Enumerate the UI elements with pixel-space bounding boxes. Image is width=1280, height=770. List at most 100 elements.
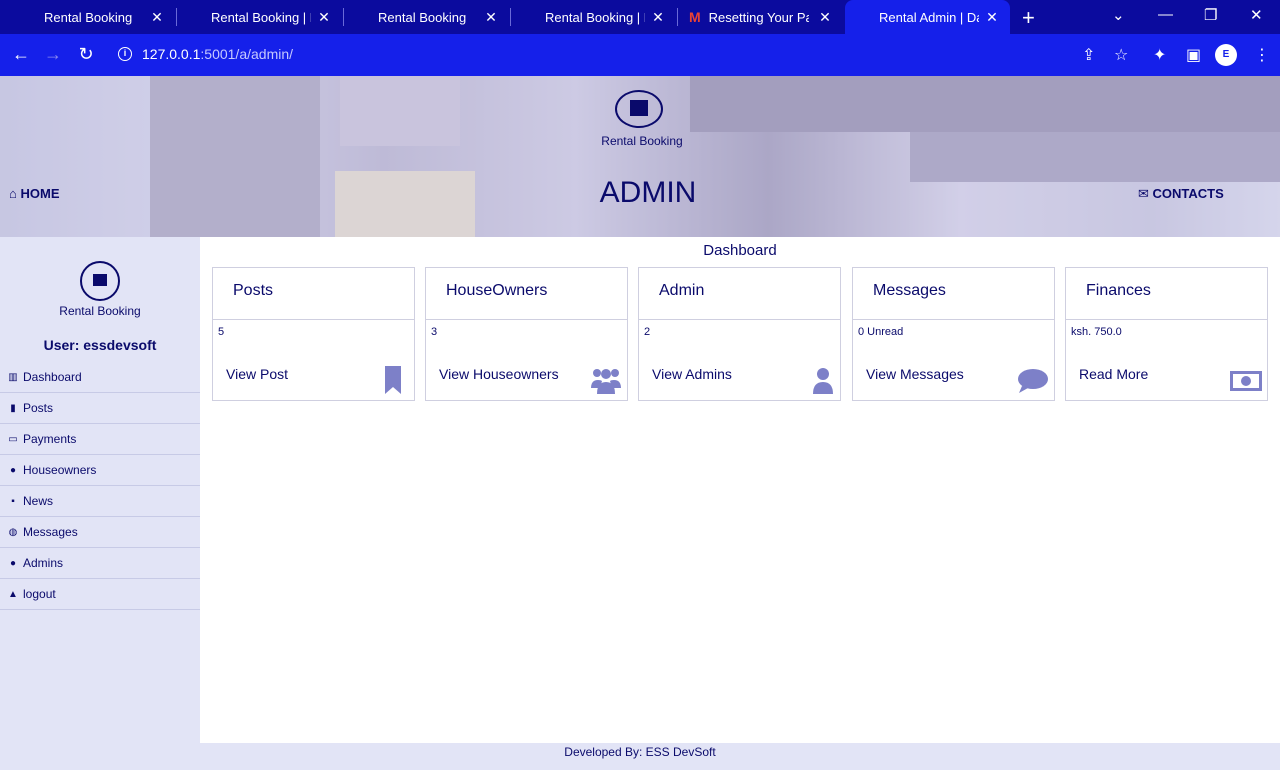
logo-label: Rental Booking [59,304,141,318]
sidebar-item-admins[interactable]: ● Admins [0,548,200,579]
gmail-icon: M [689,9,701,25]
sidebar-item-payments[interactable]: ▭ Payments [0,424,200,455]
logo-label: Rental Booking [601,134,683,148]
browser-tab[interactable]: Rental Booking | H ✕ [511,0,676,34]
menu-icon[interactable]: ⋮ [1254,45,1270,65]
tab-title: Rental Booking [378,9,467,25]
card-count: ksh. 750.0 [1071,326,1122,338]
card-posts: Posts 5 View Post [212,267,415,401]
chat-icon: ◍ [8,526,18,538]
bar-chart-icon: ▥ [8,371,18,383]
sidebar-item-label: Houseowners [23,463,97,477]
sidebar-item-label: News [23,494,54,508]
back-icon[interactable]: ← [10,44,32,65]
comment-icon [1018,369,1048,393]
sidebar-item-messages[interactable]: ◍ Messages [0,517,200,548]
users-icon: ● [9,464,17,476]
sidebar-item-dashboard[interactable]: ▥ Dashboard [0,362,200,393]
card-title: Messages [853,268,1054,320]
forward-icon[interactable]: → [42,44,64,65]
card-title: HouseOwners [426,268,627,320]
close-window-icon[interactable]: ✕ [1250,6,1263,24]
sidebar-item-houseowners[interactable]: ● Houseowners [0,455,200,486]
sidebar-item-label: Dashboard [23,370,82,384]
view-post-link[interactable]: View Post [226,366,288,382]
home-icon: ⌂ [9,186,17,201]
share-icon[interactable]: ⇪ [1082,45,1095,65]
browser-tab[interactable]: Rental Booking | Po ✕ [177,0,342,34]
sidebar-item-label: logout [23,587,56,601]
url-path: :5001/a/admin/ [200,46,294,62]
card-count: 3 [431,326,438,338]
browser-tab-active[interactable]: Rental Admin | Das ✕ [845,0,1010,34]
contacts-link[interactable]: ✉ CONTACTS [1138,186,1224,202]
browser-tab[interactable]: M Resetting Your Pas ✕ [678,0,843,34]
tab-title: Rental Booking | Po [211,9,311,25]
lock-icon: ▲ [8,588,18,600]
restore-icon[interactable]: ❐ [1204,6,1217,24]
profile-avatar[interactable]: E [1215,44,1237,66]
card-count: 2 [644,326,651,338]
sidebar-item-news[interactable]: ▪ News [0,486,200,517]
view-messages-link[interactable]: View Messages [866,366,964,382]
user-icon [813,368,833,394]
home-label: HOME [20,186,60,201]
contacts-label: CONTACTS [1152,186,1224,201]
bookmark-icon: ▮ [10,402,16,414]
new-tab-icon[interactable]: + [1022,5,1035,31]
reload-icon[interactable]: ↻ [75,44,97,65]
page-title: ADMIN [599,176,697,209]
url-host: 127.0.0.1 [142,46,201,62]
bookmark-icon [385,366,401,394]
tab-title: Rental Admin | Das [879,9,979,25]
close-icon[interactable]: ✕ [316,9,332,26]
card-title: Admin [639,268,840,320]
money-icon [1230,371,1262,391]
browser-tab[interactable]: Rental Booking ✕ [10,0,175,34]
sidebar-item-label: Admins [23,556,64,570]
logo-icon [80,261,120,301]
extensions-icon[interactable]: ✦ [1153,45,1166,65]
sidebar-menu: ▥ Dashboard ▮ Posts ▭ Payments ● Houseow… [0,362,200,610]
card-title: Finances [1066,268,1267,320]
info-icon[interactable]: i [118,47,132,61]
url-field[interactable]: i 127.0.0.1:5001/a/admin/ [118,46,293,62]
home-link[interactable]: ⌂ HOME [9,186,59,201]
chevron-down-icon[interactable]: ⌄ [1112,6,1125,24]
card-title: Posts [213,268,414,320]
card-count: 5 [218,326,225,338]
user-label: User: essdevsoft [43,337,157,353]
browser-tab[interactable]: Rental Booking ✕ [344,0,509,34]
browser-tab-bar: Rental Booking ✕ Rental Booking | Po ✕ R… [0,0,1280,34]
minimize-icon[interactable]: — [1158,6,1173,23]
address-bar: ← → ↻ i 127.0.0.1:5001/a/admin/ ⇪ ☆ ✦ ▣ … [0,34,1280,76]
card-houseowners: HouseOwners 3 View Houseowners [425,267,628,401]
money-icon: ▭ [8,433,18,445]
users-icon [591,369,621,394]
view-admins-link[interactable]: View Admins [652,366,732,382]
close-icon[interactable]: ✕ [817,9,833,26]
card-admin: Admin 2 View Admins [638,267,841,401]
sidebar-item-label: Payments [23,432,77,446]
news-icon: ▪ [11,495,15,507]
tab-title: Rental Booking [44,9,133,25]
close-icon[interactable]: ✕ [149,9,165,26]
close-icon[interactable]: ✕ [483,9,499,26]
sidebar-item-label: Posts [23,401,54,415]
close-icon[interactable]: ✕ [984,9,1000,26]
sidepanel-icon[interactable]: ▣ [1186,45,1201,65]
logo-icon [615,90,665,130]
user-icon: ● [9,557,17,569]
sidebar: Rental Booking User: essdevsoft ▥ Dashbo… [0,237,200,743]
view-houseowners-link[interactable]: View Houseowners [439,366,559,382]
footer-text: Developed By: ESS DevSoft [564,745,716,759]
card-messages: Messages 0 Unread View Messages [852,267,1055,401]
card-finances: Finances ksh. 750.0 Read More [1065,267,1268,401]
tab-title: Resetting Your Pas [708,9,809,25]
read-more-link[interactable]: Read More [1079,366,1148,382]
close-icon[interactable]: ✕ [650,9,666,26]
star-icon[interactable]: ☆ [1114,45,1128,65]
sidebar-item-posts[interactable]: ▮ Posts [0,393,200,424]
sidebar-item-logout[interactable]: ▲ logout [0,579,200,610]
footer: Developed By: ESS DevSoft [0,743,1280,770]
